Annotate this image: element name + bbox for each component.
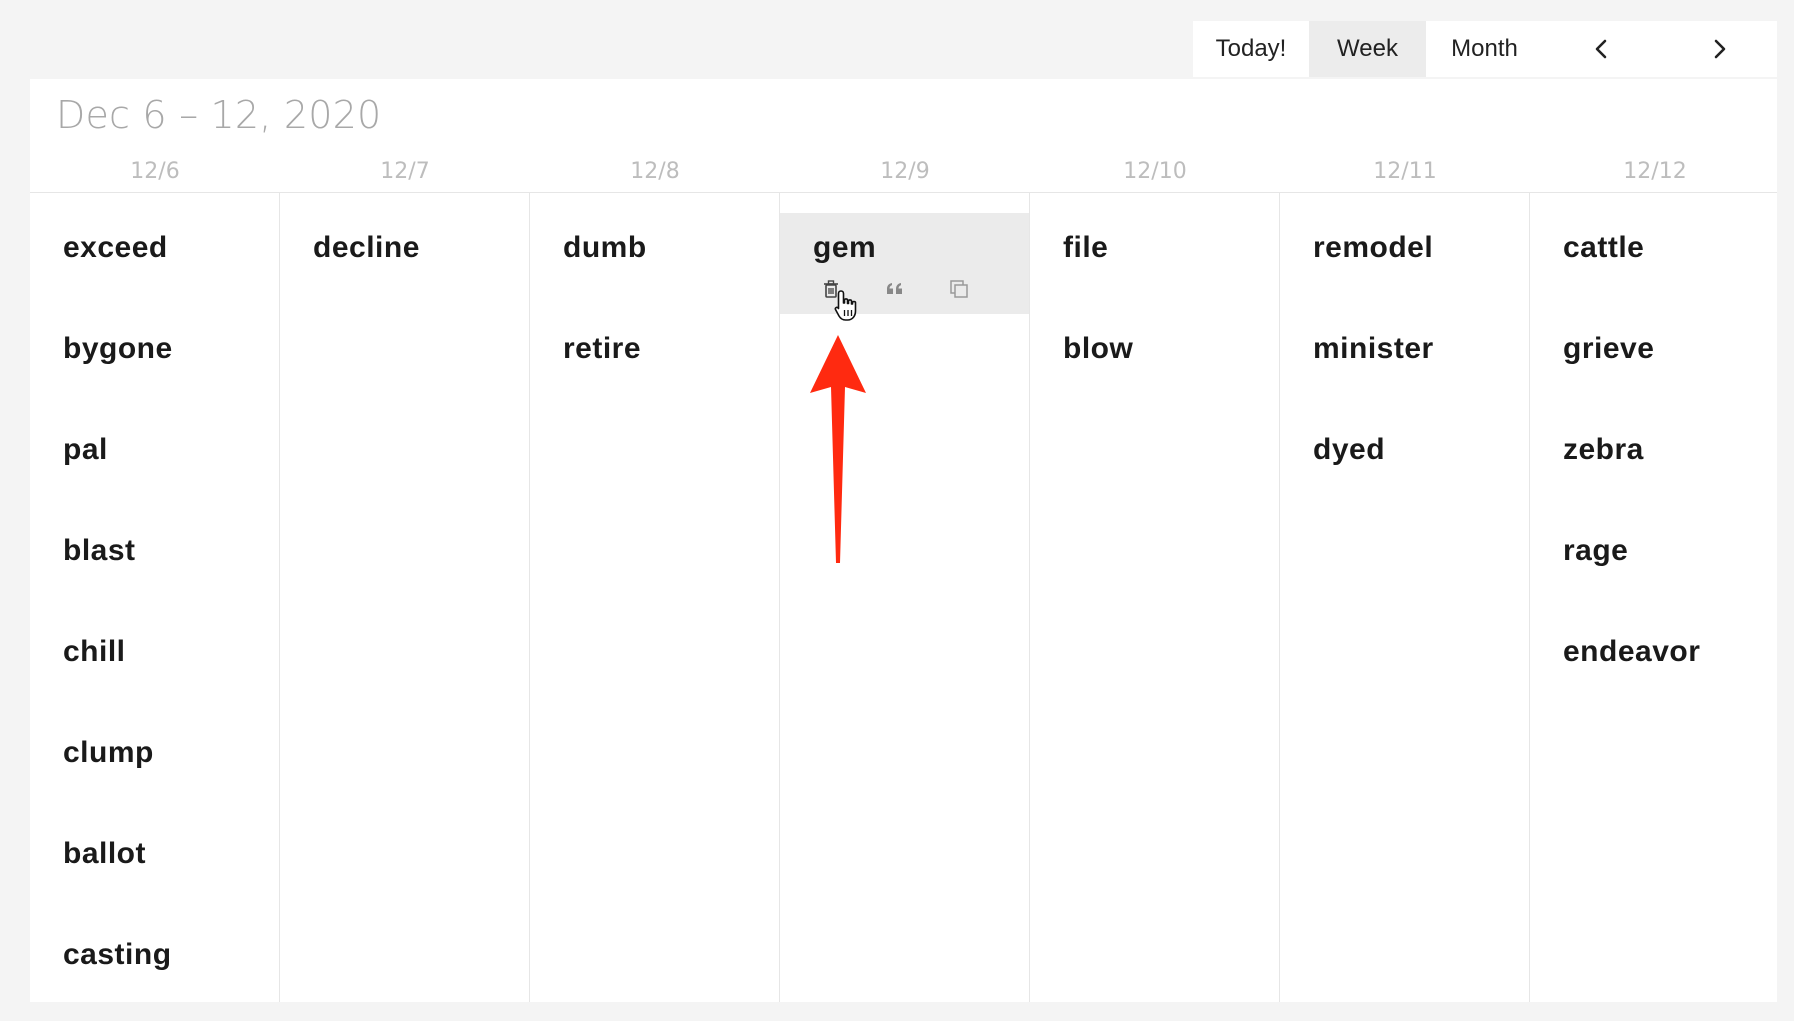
calendar-entry[interactable]: decline <box>280 213 529 314</box>
entry-label: exceed <box>63 231 168 264</box>
calendar-entry[interactable]: bygone <box>30 314 279 415</box>
entry-label: ballot <box>63 837 146 870</box>
calendar-entry[interactable]: dyed <box>1280 415 1529 516</box>
next-week-button[interactable] <box>1660 21 1777 77</box>
entry-label: file <box>1063 231 1109 264</box>
calendar-entry[interactable]: grieve <box>1530 314 1779 415</box>
calendar-entry[interactable]: clump <box>30 718 279 819</box>
entry-label: gem <box>813 231 877 264</box>
entry-label: clump <box>63 736 154 769</box>
entry-label: rage <box>1563 534 1629 567</box>
entry-label: chill <box>63 635 126 668</box>
calendar-entry[interactable]: file <box>1030 213 1279 314</box>
quote-icon <box>887 283 902 294</box>
calendar-panel: Dec 6 – 12, 2020 12/6 12/7 12/8 12/9 12/10 12… <box>30 79 1777 1002</box>
trash-icon <box>824 280 838 298</box>
calendar-entry[interactable]: pal <box>30 415 279 516</box>
entry-label: endeavor <box>1563 635 1701 668</box>
entry-label: minister <box>1313 332 1434 365</box>
calendar-entry[interactable]: dumb <box>530 213 779 314</box>
entry-label: retire <box>563 332 642 365</box>
calendar-entry[interactable]: rage <box>1530 516 1779 617</box>
day-column: decline <box>280 193 530 1002</box>
calendar-entry[interactable]: cattle <box>1530 213 1779 314</box>
day-header: 12/12 <box>1623 159 1687 184</box>
day-header: 12/10 <box>1123 159 1187 184</box>
entry-label: bygone <box>63 332 173 365</box>
entry-label: zebra <box>1563 433 1644 466</box>
calendar-entry[interactable]: retire <box>530 314 779 415</box>
day-header: 12/7 <box>380 159 430 184</box>
calendar-entry[interactable]: blow <box>1030 314 1279 415</box>
day-header: 12/9 <box>880 159 930 184</box>
week-view-button[interactable]: Week <box>1309 21 1426 77</box>
copy-icon <box>950 280 968 298</box>
entry-actions <box>820 275 1012 303</box>
entry-label: casting <box>63 938 172 971</box>
today-button[interactable]: Today! <box>1193 21 1309 77</box>
date-range-title: Dec 6 – 12, 2020 <box>56 93 382 137</box>
day-column: file blow <box>1030 193 1280 1002</box>
calendar-entry[interactable]: exceed <box>30 213 279 314</box>
entry-label: dyed <box>1313 433 1386 466</box>
calendar-entry[interactable]: ballot <box>30 819 279 920</box>
view-toolbar: Today! Week Month <box>1193 21 1777 77</box>
calendar-entry[interactable]: minister <box>1280 314 1529 415</box>
day-column: gem <box>780 193 1030 1002</box>
chevron-right-icon <box>1714 39 1725 59</box>
quote-button[interactable] <box>884 275 948 303</box>
calendar-entry[interactable]: remodel <box>1280 213 1529 314</box>
month-view-button[interactable]: Month <box>1426 21 1543 77</box>
day-column: exceed bygone pal blast chill clump ballot cast… <box>30 193 280 1002</box>
delete-button[interactable] <box>820 275 884 303</box>
copy-button[interactable] <box>948 275 1012 303</box>
entry-label: cattle <box>1563 231 1645 264</box>
day-column: dumb retire <box>530 193 780 1002</box>
calendar-entry[interactable]: zebra <box>1530 415 1779 516</box>
entry-label: remodel <box>1313 231 1434 264</box>
entry-label: blast <box>63 534 136 567</box>
previous-week-button[interactable] <box>1543 21 1660 77</box>
calendar-entry[interactable]: chill <box>30 617 279 718</box>
day-header: 12/6 <box>130 159 180 184</box>
entry-label: grieve <box>1563 332 1655 365</box>
entry-label: dumb <box>563 231 647 264</box>
calendar-entry[interactable]: casting <box>30 920 279 1021</box>
day-column: cattle grieve zebra rage endeavor <box>1530 193 1779 1002</box>
day-column: remodel minister dyed <box>1280 193 1530 1002</box>
calendar-entry[interactable]: endeavor <box>1530 617 1779 718</box>
day-header: 12/11 <box>1373 159 1437 184</box>
calendar-entry[interactable]: gem <box>780 213 1029 314</box>
day-header: 12/8 <box>630 159 680 184</box>
chevron-left-icon <box>1595 39 1606 59</box>
entry-label: decline <box>313 231 420 264</box>
entry-label: blow <box>1063 332 1134 365</box>
entry-label: pal <box>63 433 108 466</box>
calendar-entry[interactable]: blast <box>30 516 279 617</box>
